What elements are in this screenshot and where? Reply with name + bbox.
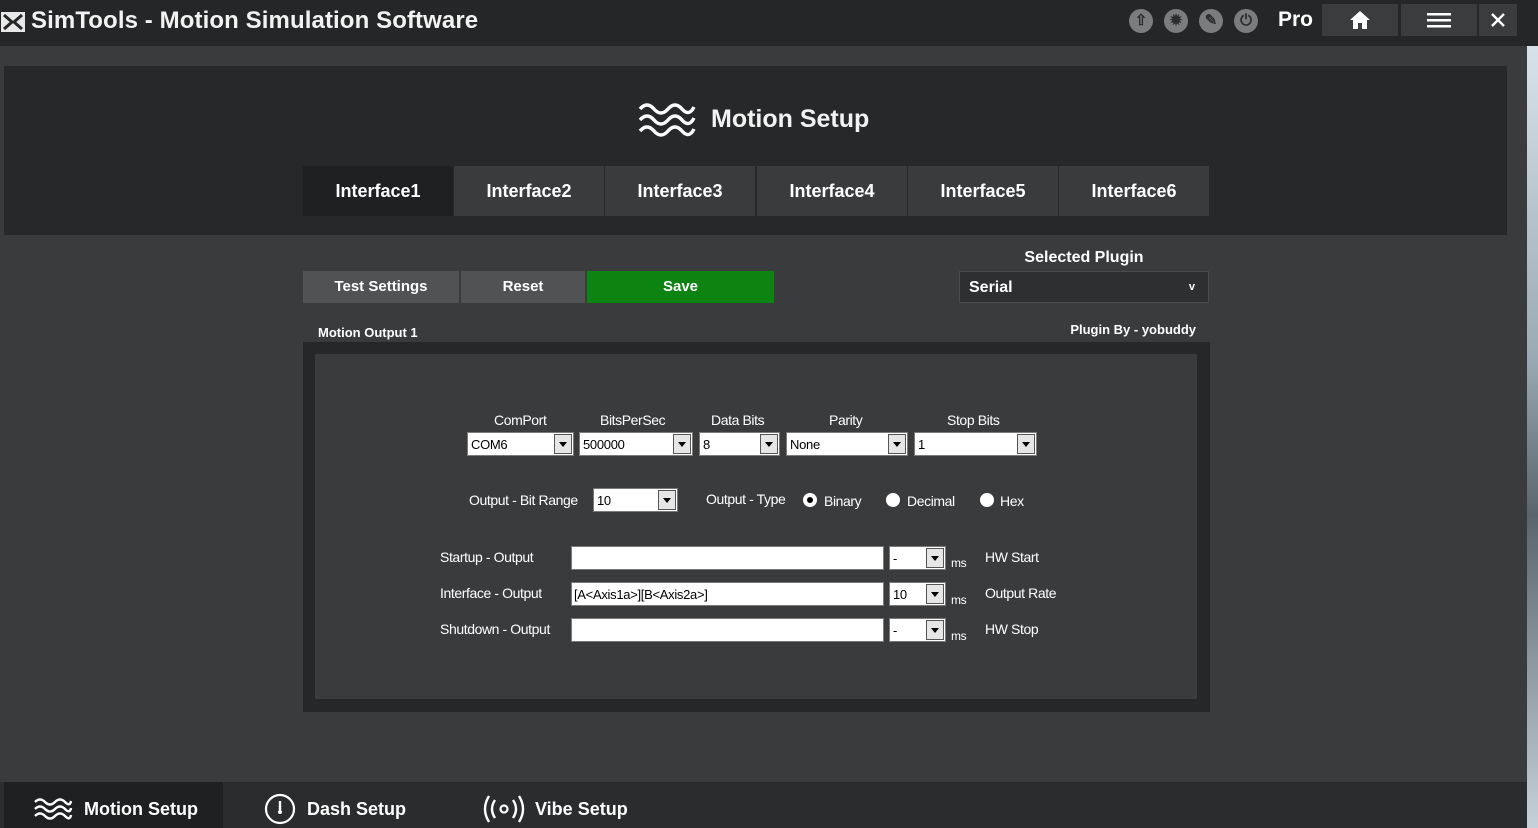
output-rate-unit: ms <box>951 593 967 607</box>
nav-motion-setup-label: Motion Setup <box>84 799 198 819</box>
output-rate-label: Output Rate <box>985 585 1057 601</box>
comport-value: COM6 <box>471 437 508 452</box>
bottom-nav <box>0 782 1527 828</box>
shutdown-unit: ms <box>951 629 967 643</box>
stop-bits-label: Stop Bits <box>947 412 1000 428</box>
edition-label: Pro <box>1278 8 1314 31</box>
bit-range-value: 10 <box>597 493 611 508</box>
plugin-author: Plugin By - yobuddy <box>1070 322 1196 337</box>
stop-bits-value: 1 <box>918 437 925 452</box>
hw-stop-label: HW Stop <box>985 621 1039 637</box>
radio-hex[interactable] <box>980 493 994 507</box>
parity-label: Parity <box>829 412 863 428</box>
shutdown-interval-value: - <box>893 623 898 638</box>
background-window-strip <box>1527 46 1538 828</box>
interface-output-input[interactable]: [A<Axis1a>][B<Axis2a>] <box>571 582 884 606</box>
close-icon <box>1491 13 1505 27</box>
config-panel-inner <box>315 354 1197 699</box>
motion-output-label: Motion Output 1 <box>318 325 418 340</box>
startup-output-label: Startup - Output <box>440 549 534 565</box>
vibration-icon <box>483 795 525 823</box>
settings-icon[interactable]: ✹ <box>1164 9 1188 33</box>
startup-interval-value: - <box>893 551 898 566</box>
bit-range-label: Output - Bit Range <box>469 492 578 508</box>
dropdown-arrow-icon <box>926 548 944 568</box>
radio-binary-label: Binary <box>824 493 862 509</box>
power-icon[interactable]: ⏻ <box>1234 9 1258 33</box>
startup-interval-select[interactable]: - <box>888 545 947 571</box>
tab-interface2[interactable]: Interface2 <box>454 166 604 216</box>
title-bar: SimTools - Motion Simulation Software ⇧ … <box>0 0 1538 46</box>
bit-range-select[interactable]: 10 <box>592 487 679 513</box>
comport-select[interactable]: COM6 <box>466 431 575 457</box>
stop-bits-select[interactable]: 1 <box>913 431 1038 457</box>
chevron-down-icon: v <box>1188 281 1195 293</box>
radio-decimal-label: Decimal <box>907 493 955 509</box>
up-arrow-icon[interactable]: ⇧ <box>1129 9 1153 33</box>
tab-interface5[interactable]: Interface5 <box>908 166 1058 216</box>
output-rate-value: 10 <box>893 587 907 602</box>
test-settings-button[interactable]: Test Settings <box>303 271 459 303</box>
selected-plugin-label: Selected Plugin <box>1024 249 1144 266</box>
bits-per-sec-value: 500000 <box>583 437 625 452</box>
reset-button[interactable]: Reset <box>461 271 585 303</box>
startup-unit: ms <box>951 556 967 570</box>
app-logo-icon <box>1 12 25 32</box>
dropdown-arrow-icon <box>658 490 676 510</box>
data-bits-select[interactable]: 8 <box>698 431 781 457</box>
edit-icon[interactable]: ✎ <box>1199 9 1223 33</box>
dropdown-arrow-icon <box>926 620 944 640</box>
data-bits-value: 8 <box>703 437 710 452</box>
nav-vibe-setup-label: Vibe Setup <box>535 799 628 819</box>
plugin-select[interactable]: Serial v <box>959 271 1209 303</box>
dropdown-arrow-icon <box>760 434 778 454</box>
data-bits-label: Data Bits <box>711 412 765 428</box>
parity-value: None <box>790 437 820 452</box>
waves-icon <box>638 103 696 137</box>
tab-interface1[interactable]: Interface1 <box>303 166 453 216</box>
tab-interface4[interactable]: Interface4 <box>757 166 907 216</box>
dropdown-arrow-icon <box>554 434 572 454</box>
shutdown-interval-select[interactable]: - <box>888 617 947 643</box>
parity-select[interactable]: None <box>785 431 909 457</box>
output-rate-select[interactable]: 10 <box>888 581 947 607</box>
hw-start-label: HW Start <box>985 549 1039 565</box>
home-icon <box>1350 11 1370 29</box>
waves-icon <box>34 798 73 820</box>
menu-button[interactable] <box>1401 4 1477 36</box>
nav-dash-setup-label: Dash Setup <box>307 799 407 819</box>
bits-per-sec-label: BitsPerSec <box>600 412 666 428</box>
tab-interface3[interactable]: Interface3 <box>605 166 755 216</box>
bits-per-sec-select[interactable]: 500000 <box>578 431 694 457</box>
page-title: Motion Setup <box>711 105 870 133</box>
plugin-select-value: Serial <box>969 279 1013 296</box>
tab-interface6[interactable]: Interface6 <box>1059 166 1209 216</box>
startup-output-input[interactable] <box>571 546 884 570</box>
header-panel <box>4 66 1507 235</box>
radio-binary[interactable] <box>803 493 817 507</box>
save-button[interactable]: Save <box>587 271 774 303</box>
output-type-label: Output - Type <box>706 491 786 507</box>
interface-output-label: Interface - Output <box>440 585 542 601</box>
shutdown-output-input[interactable] <box>571 618 884 642</box>
shutdown-output-label: Shutdown - Output <box>440 621 550 637</box>
dropdown-arrow-icon <box>673 434 691 454</box>
dropdown-arrow-icon <box>888 434 906 454</box>
menu-icon <box>1427 13 1451 28</box>
home-button[interactable] <box>1322 4 1398 36</box>
gauge-icon <box>264 793 296 825</box>
interface-output-value: [A<Axis1a>][B<Axis2a>] <box>574 587 708 602</box>
dropdown-arrow-icon <box>926 584 944 604</box>
close-button[interactable] <box>1479 4 1517 36</box>
radio-hex-label: Hex <box>1000 493 1024 509</box>
radio-decimal[interactable] <box>886 493 900 507</box>
dropdown-arrow-icon <box>1017 434 1035 454</box>
comport-label: ComPort <box>494 412 547 428</box>
app-title: SimTools - Motion Simulation Software <box>31 7 479 34</box>
